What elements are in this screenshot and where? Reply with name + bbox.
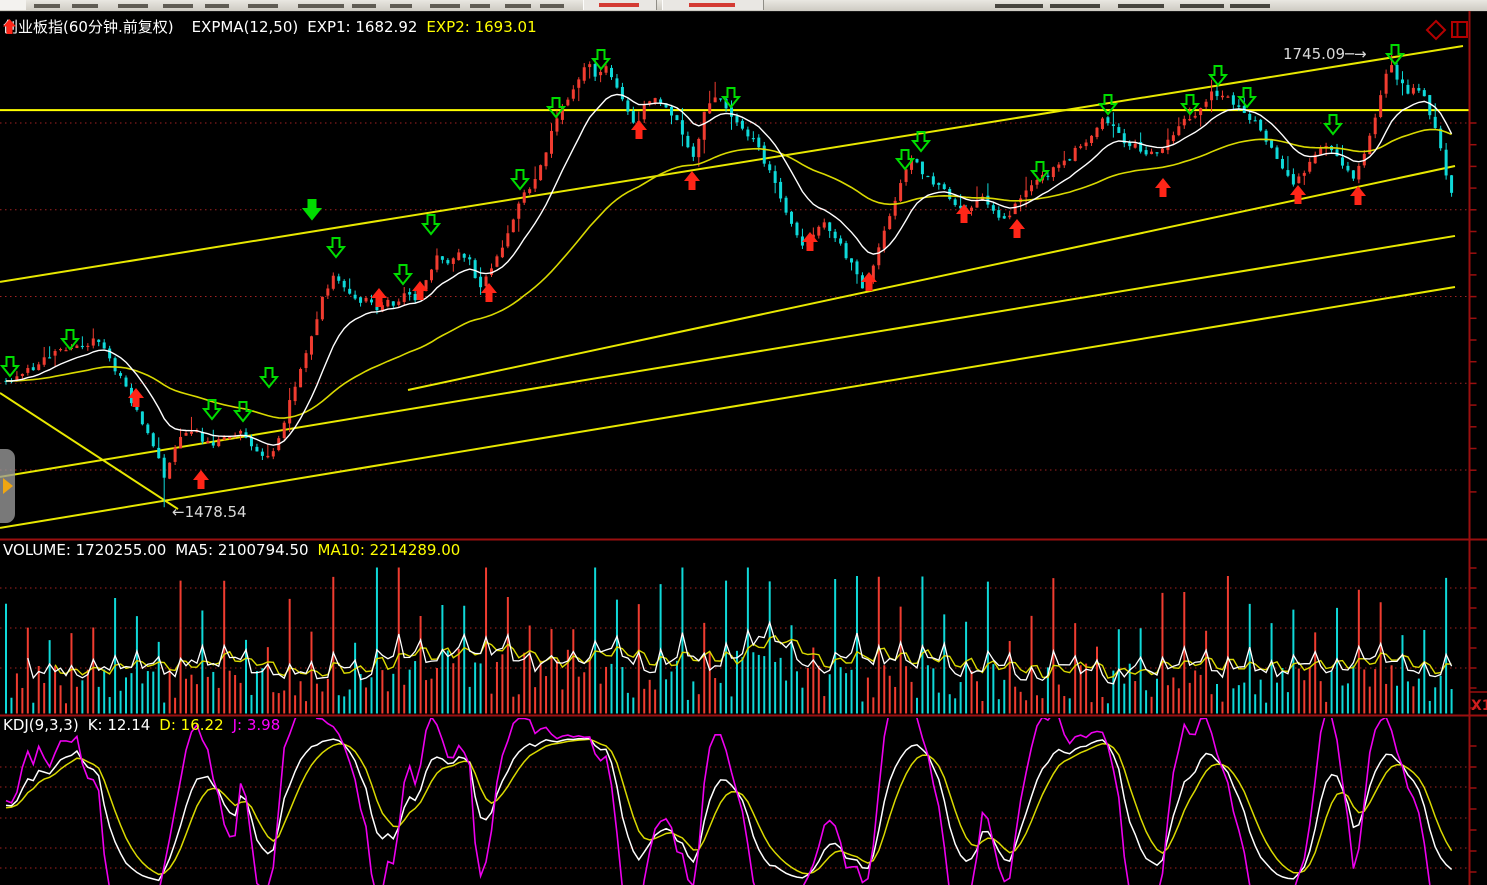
axis-layer	[0, 11, 1487, 885]
volume-layer	[6, 568, 1452, 714]
kdj-label: KDJ(9,3,3)	[3, 716, 79, 734]
kdj-j-value: J: 3.98	[233, 716, 281, 734]
volume-ma5-value: MA5: 2100794.50	[175, 541, 308, 559]
high-price-annotation: 1745.09─→	[1283, 45, 1367, 63]
candlestick-layer	[0, 45, 1470, 528]
exp1-value: EXP1: 1682.92	[307, 18, 417, 36]
symbol-period-label: 创业板指(60分钟.前复权)	[3, 18, 174, 36]
window-split-icon[interactable]	[1452, 22, 1467, 37]
volume-pane-title: VOLUME: 1720255.00 MA5: 2100794.50 MA10: 2…	[3, 542, 469, 559]
exp2-value: EXP2: 1693.01	[426, 18, 536, 36]
volume-ma10-value: MA10: 2214289.00	[318, 541, 461, 559]
kdj-d-value: D: 16.22	[159, 716, 223, 734]
pane-corner-icons[interactable]	[1424, 19, 1474, 41]
main-chart-title: 创业板指(60分钟.前复权) EXPMA(12,50) EXP1: 1682.92 E…	[3, 19, 546, 36]
kdj-k-value: K: 12.14	[88, 716, 151, 734]
left-panel-handle[interactable]	[0, 449, 15, 523]
x-scale-label[interactable]: X1	[1471, 698, 1487, 714]
chart-canvas[interactable]	[0, 0, 1487, 885]
indicator-label: EXPMA(12,50)	[192, 18, 299, 36]
app-window: 创业板指(60分钟.前复权) EXPMA(12,50) EXP1: 1682.92 E…	[0, 0, 1487, 885]
expand-triangle-icon	[3, 478, 13, 494]
grid-layer	[0, 123, 1470, 868]
low-price-annotation: ←1478.54	[172, 503, 247, 521]
volume-value: VOLUME: 1720255.00	[3, 541, 166, 559]
kdj-pane-title: KDJ(9,3,3) K: 12.14 D: 16.22 J: 3.98	[3, 717, 289, 734]
diamond-icon[interactable]	[1427, 21, 1445, 39]
